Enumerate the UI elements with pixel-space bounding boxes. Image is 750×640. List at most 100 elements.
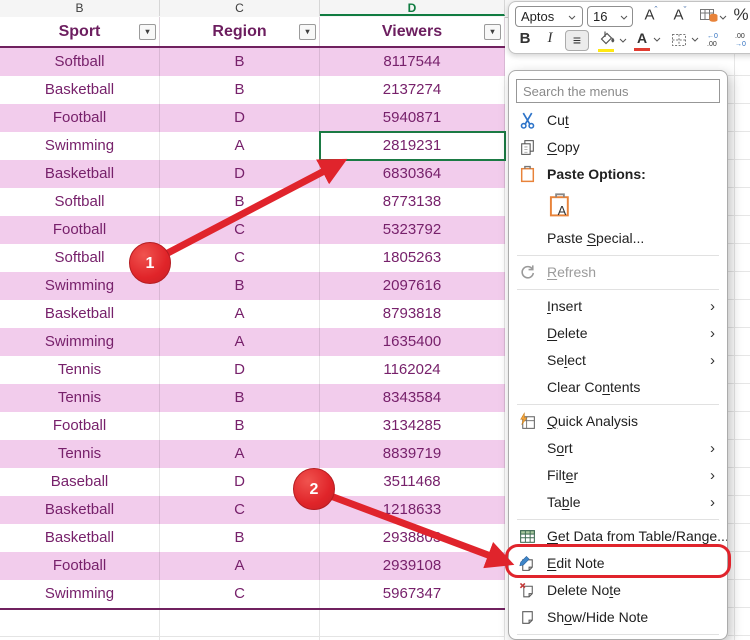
menu-item-edit-note[interactable]: Edit Note xyxy=(509,550,727,577)
align-center-button[interactable]: ≡ xyxy=(565,30,589,51)
cell[interactable]: B xyxy=(160,524,320,552)
cell[interactable]: 1805263 xyxy=(320,244,505,272)
cell[interactable]: Basketball xyxy=(0,300,160,328)
cell[interactable]: 8343584 xyxy=(320,384,505,412)
borders-button[interactable] xyxy=(669,32,689,54)
cell[interactable]: 8793818 xyxy=(320,300,505,328)
cell[interactable]: C xyxy=(160,244,320,272)
cell[interactable]: 8773138 xyxy=(320,188,505,216)
menu-item-table[interactable]: Table› xyxy=(509,489,727,516)
menu-item-sort[interactable]: Sort› xyxy=(509,435,727,462)
menu-item-quick-analysis[interactable]: Quick Analysis xyxy=(509,408,727,435)
increase-decimal-button[interactable]: ←0 .00 xyxy=(707,33,729,55)
cell[interactable]: 2939108 xyxy=(320,552,505,580)
font-name-select[interactable]: Aptos xyxy=(515,6,583,27)
menu-search-input[interactable] xyxy=(516,79,720,103)
cell[interactable]: Football xyxy=(0,216,160,244)
cell[interactable]: 1162024 xyxy=(320,356,505,384)
percent-style-button[interactable]: % xyxy=(731,5,750,27)
increase-font-size-button[interactable]: Aˆ xyxy=(640,5,662,27)
cell[interactable]: 8839719 xyxy=(320,440,505,468)
menu-item-paste-values[interactable]: A xyxy=(509,188,727,225)
font-color-button[interactable]: A xyxy=(633,30,651,52)
cell[interactable]: A xyxy=(160,440,320,468)
cell[interactable]: D xyxy=(160,356,320,384)
column-header-d[interactable]: D xyxy=(320,0,505,16)
cell[interactable]: 3134285 xyxy=(320,412,505,440)
cell[interactable]: B xyxy=(160,76,320,104)
cell[interactable]: B xyxy=(160,272,320,300)
cell[interactable]: D xyxy=(160,468,320,496)
cell[interactable]: Football xyxy=(0,104,160,132)
fill-color-button[interactable] xyxy=(597,31,617,53)
cell[interactable]: Basketball xyxy=(0,160,160,188)
cell[interactable]: 5323792 xyxy=(320,216,505,244)
cell[interactable]: Swimming xyxy=(0,580,160,608)
cell[interactable]: Tennis xyxy=(0,384,160,412)
cell[interactable]: 5967347 xyxy=(320,580,505,608)
cell[interactable]: Softball xyxy=(0,48,160,76)
cell[interactable]: B xyxy=(160,384,320,412)
cell[interactable]: D xyxy=(160,160,320,188)
filter-button-viewers[interactable]: ▾ xyxy=(484,24,501,40)
format-as-table-button[interactable] xyxy=(697,7,721,29)
cell[interactable]: Basketball xyxy=(0,496,160,524)
cell[interactable]: Football xyxy=(0,552,160,580)
cell[interactable]: B xyxy=(160,48,320,76)
cell[interactable]: C xyxy=(160,580,320,608)
cell[interactable]: A xyxy=(160,132,320,160)
cell[interactable]: 2938803 xyxy=(320,524,505,552)
menu-item-filter[interactable]: Filter› xyxy=(509,462,727,489)
cell[interactable]: A xyxy=(160,300,320,328)
cell[interactable]: Softball xyxy=(0,244,160,272)
cell[interactable]: Swimming xyxy=(0,272,160,300)
menu-item-insert[interactable]: Insert› xyxy=(509,293,727,320)
decrease-decimal-button[interactable]: .00 →0 xyxy=(735,33,750,55)
header-cell-sport[interactable]: Sport▾ xyxy=(0,17,160,46)
cell[interactable]: Swimming xyxy=(0,328,160,356)
menu-item-delete-note[interactable]: Delete Note xyxy=(509,577,727,604)
header-cell-region[interactable]: Region▾ xyxy=(160,17,320,46)
column-header-c[interactable]: C xyxy=(160,0,320,16)
cell[interactable]: Basketball xyxy=(0,76,160,104)
menu-item-paste-special[interactable]: Paste Special... xyxy=(509,225,727,252)
cell[interactable]: 1218633 xyxy=(320,496,505,524)
filter-button-region[interactable]: ▾ xyxy=(299,24,316,40)
italic-button[interactable]: I xyxy=(543,30,557,52)
cell[interactable]: Baseball xyxy=(0,468,160,496)
column-header-b[interactable]: B xyxy=(0,0,160,16)
cell[interactable]: B xyxy=(160,188,320,216)
cell[interactable]: D xyxy=(160,104,320,132)
menu-item-select[interactable]: Select› xyxy=(509,347,727,374)
decrease-font-size-button[interactable]: Aˇ xyxy=(669,5,691,27)
menu-item-cut[interactable]: Cut xyxy=(509,107,727,134)
cell[interactable]: Basketball xyxy=(0,524,160,552)
menu-item-delete[interactable]: Delete› xyxy=(509,320,727,347)
cell[interactable]: 2097616 xyxy=(320,272,505,300)
font-size-select[interactable]: 16 xyxy=(587,6,633,27)
cell[interactable]: Tennis xyxy=(0,440,160,468)
cell[interactable]: 8117544 xyxy=(320,48,505,76)
bold-button[interactable]: B xyxy=(517,30,533,52)
cell[interactable]: 2137274 xyxy=(320,76,505,104)
cell[interactable]: B xyxy=(160,412,320,440)
cell[interactable]: 6830364 xyxy=(320,160,505,188)
menu-item-copy[interactable]: Copy xyxy=(509,134,727,161)
cell[interactable]: 1635400 xyxy=(320,328,505,356)
filter-button-sport[interactable]: ▾ xyxy=(139,24,156,40)
cell[interactable]: Softball xyxy=(0,188,160,216)
cell[interactable]: C xyxy=(160,216,320,244)
menu-item-paste-options[interactable]: Paste Options: xyxy=(509,161,727,188)
cell[interactable]: Football xyxy=(0,412,160,440)
cell[interactable]: Tennis xyxy=(0,356,160,384)
menu-item-show-hide-note[interactable]: Show/Hide Note xyxy=(509,604,727,631)
cell[interactable]: 5940871 xyxy=(320,104,505,132)
menu-item-clear-contents[interactable]: Clear Contents xyxy=(509,374,727,401)
cell[interactable]: Swimming xyxy=(0,132,160,160)
menu-item-get-data-from-table-range[interactable]: Get Data from Table/Range... xyxy=(509,523,727,550)
header-cell-viewers[interactable]: Viewers▾ xyxy=(320,17,505,46)
cell[interactable]: 3511468 xyxy=(320,468,505,496)
cell[interactable]: A xyxy=(160,552,320,580)
cell[interactable]: A xyxy=(160,328,320,356)
cell[interactable]: C xyxy=(160,496,320,524)
